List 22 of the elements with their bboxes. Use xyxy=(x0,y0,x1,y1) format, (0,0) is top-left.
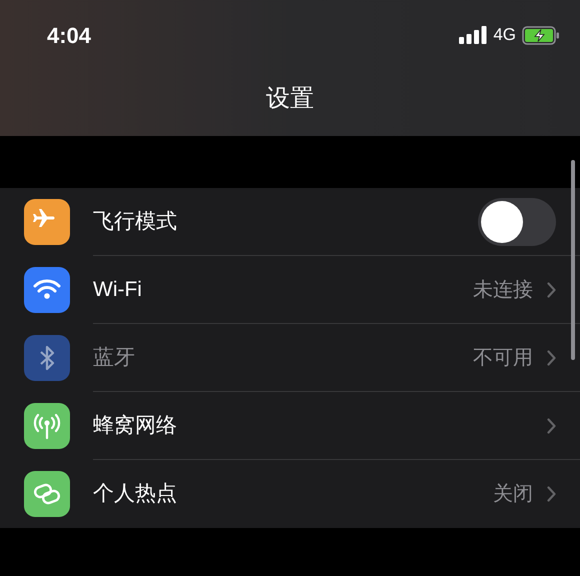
network-type: 4G xyxy=(493,24,516,46)
chevron-icon xyxy=(547,282,556,298)
row-label: 蓝牙 xyxy=(93,344,136,371)
row-label: 飞行模式 xyxy=(93,208,178,235)
row-label: 蜂窝网络 xyxy=(93,412,178,439)
battery-icon xyxy=(522,26,560,44)
settings-row[interactable]: 飞行模式 xyxy=(0,188,580,256)
settings-row[interactable]: Wi-Fi 未连接 xyxy=(0,256,580,324)
chevron-icon xyxy=(547,350,556,366)
row-label: Wi-Fi xyxy=(93,276,143,303)
chevron-icon xyxy=(547,418,556,434)
row-label: 个人热点 xyxy=(93,481,178,508)
row-value: 未连接 xyxy=(473,278,533,302)
row-value: 不可用 xyxy=(473,346,533,370)
settings-row[interactable]: 蜂窝网络 xyxy=(0,392,580,460)
toggle-switch[interactable] xyxy=(478,198,556,246)
chevron-icon xyxy=(547,486,556,502)
page-title: 设置 xyxy=(266,84,314,114)
settings-row[interactable]: 个人热点 关闭 xyxy=(0,460,580,528)
status-time: 4:04 xyxy=(47,22,92,50)
signal-icon xyxy=(459,26,488,44)
row-value: 关闭 xyxy=(493,482,533,507)
